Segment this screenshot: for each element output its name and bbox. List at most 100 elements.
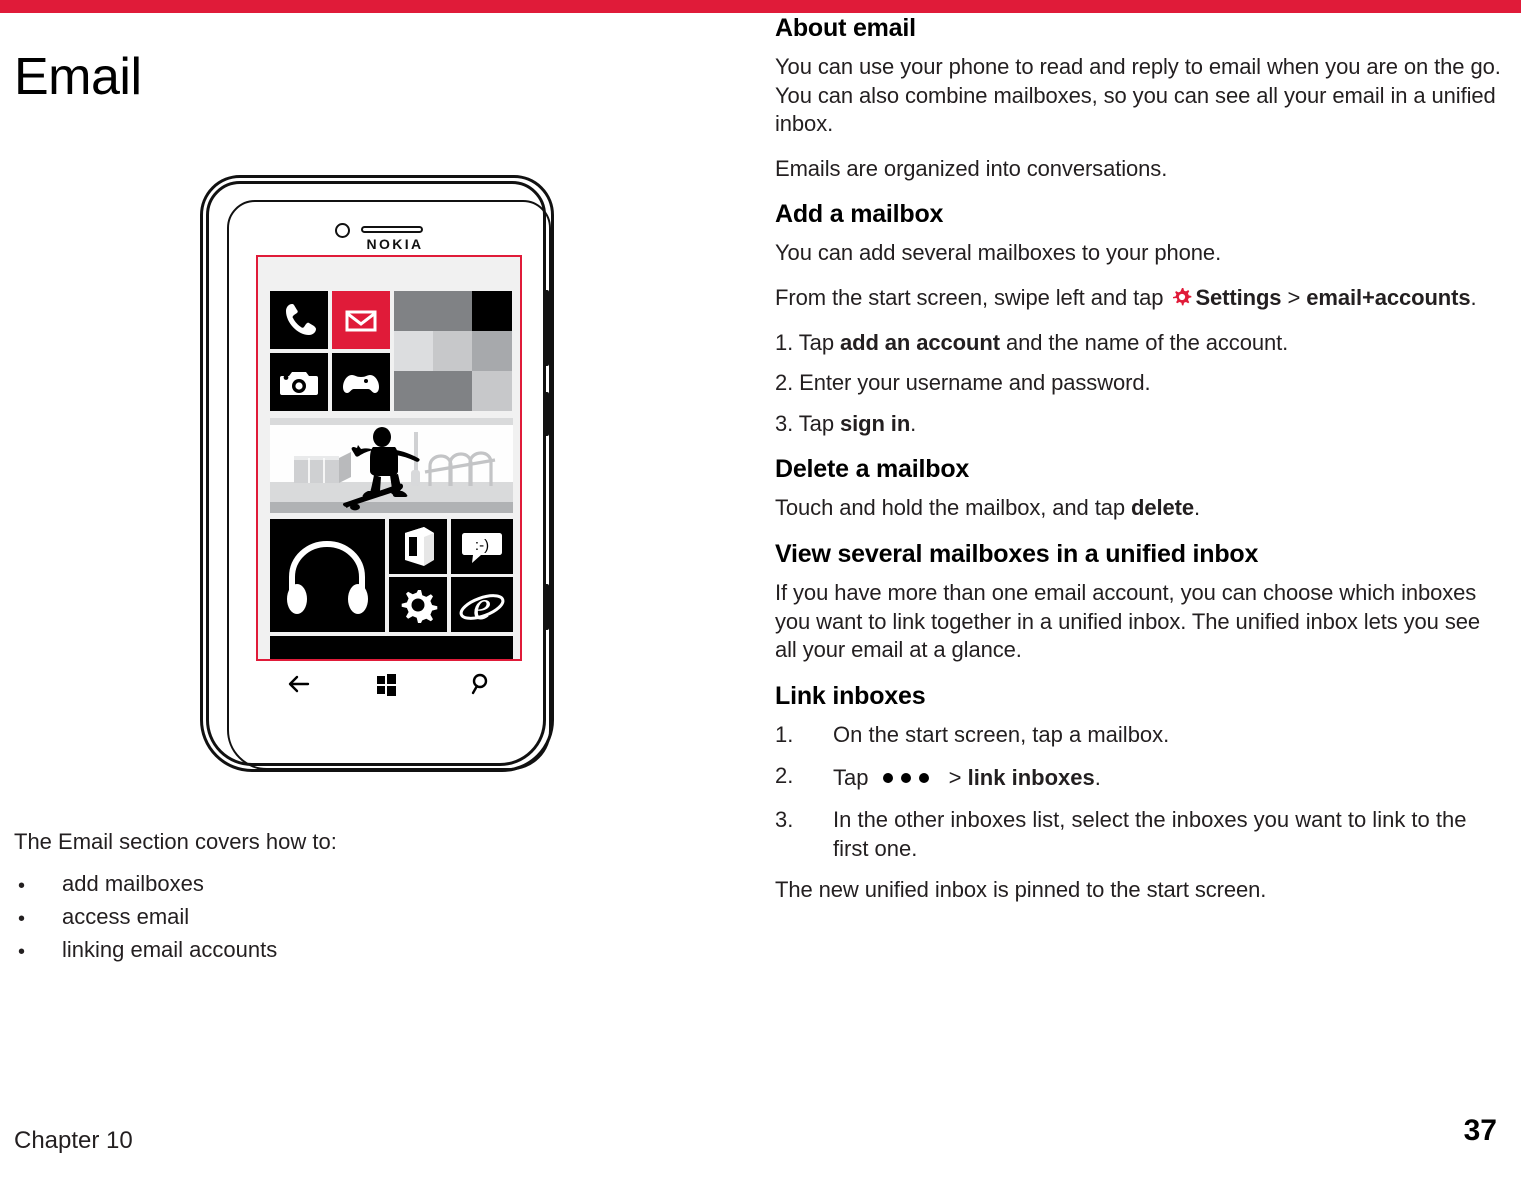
path-period: .	[1470, 284, 1477, 310]
about-email-paragraph-2: Emails are organized into conversations.	[775, 155, 1168, 181]
nokia-wordmark: NOKIA	[366, 236, 424, 252]
camera-tile[interactable]	[270, 353, 328, 411]
bottom-wide-tile[interactable]	[270, 636, 513, 659]
step-pre: Enter your username and password.	[799, 370, 1151, 396]
bullet-label: access email	[62, 904, 190, 929]
mosaic-cell	[472, 371, 512, 411]
gear-icon	[401, 590, 438, 623]
volume-button[interactable]	[544, 290, 549, 366]
phone-illustration: NOKIA:-) e	[196, 173, 576, 783]
mosaic-cell	[472, 291, 512, 331]
mosaic-cell	[394, 371, 472, 411]
phone-screen: :-) e	[256, 255, 522, 661]
tile-row-bottom: :-) e	[270, 519, 513, 632]
step-number: 1.	[775, 329, 794, 355]
section-heading-add-a-mailbox: Add a mailbox	[775, 200, 944, 229]
svg-text::-): :-)	[475, 537, 489, 554]
windows-logo-icon	[377, 674, 396, 696]
skateboarder-photo	[294, 427, 496, 511]
step-bold: sign in	[839, 410, 911, 436]
list-item: 2. Tap > link inboxes.	[775, 762, 1505, 793]
page-title: Email	[14, 48, 142, 106]
section-heading-about-email: About email	[775, 14, 916, 42]
bullet-label: linking email accounts	[62, 937, 278, 962]
list-item: • access email	[14, 904, 614, 937]
mosaic-cell	[394, 291, 472, 331]
search-icon	[471, 673, 488, 695]
tile-row-top	[270, 291, 513, 413]
about-email-paragraph-1: You can use your phone to read and reply…	[775, 54, 1501, 137]
step-post: .	[910, 410, 917, 436]
step-post: .	[1094, 765, 1101, 791]
step-text: In the other inboxes list, select the in…	[833, 806, 1467, 861]
delete-post: .	[1193, 495, 1200, 521]
email-accounts-label: email+accounts	[1306, 284, 1471, 310]
delete-pre: Touch and hold the mailbox, and tap	[775, 495, 1131, 521]
covers-intro: The Email section covers how to:	[14, 829, 337, 854]
step-post: and the name of the account.	[999, 329, 1289, 355]
mosaic-cell	[394, 331, 433, 371]
add-mailbox-path-line: From the start screen, swipe left and ta…	[775, 284, 1505, 313]
games-tile[interactable]	[332, 353, 390, 411]
smiley-chat-icon: :-)	[462, 533, 502, 563]
delete-bold: delete	[1130, 495, 1194, 521]
settings-label: Settings	[1195, 284, 1282, 310]
headphones-icon	[287, 540, 368, 614]
step-number: 1.	[775, 721, 794, 747]
internet-explorer-icon: e	[459, 583, 505, 628]
start-button[interactable]	[373, 671, 399, 702]
mail-tile[interactable]	[332, 291, 390, 349]
bullet-icon: •	[18, 875, 26, 897]
link-inboxes-steps: 1. On the start screen, tap a mailbox. 2…	[775, 721, 1505, 863]
step-text: On the start screen, tap a mailbox.	[833, 721, 1170, 747]
step-separator: >	[948, 765, 968, 791]
photo-tile[interactable]	[270, 418, 513, 513]
add-mailbox-intro: You can add several mailboxes to your ph…	[775, 240, 1222, 266]
camera-button[interactable]	[544, 584, 549, 630]
back-button[interactable]	[286, 671, 312, 702]
settings-tile[interactable]	[389, 577, 447, 632]
link-inboxes-label: link inboxes	[967, 765, 1095, 791]
office-tile[interactable]	[389, 519, 447, 574]
phone-body: NOKIA:-) e	[206, 181, 551, 770]
left-column: Email NOKIA:-) e The Email section cove…	[0, 13, 760, 1179]
footer-page-number: 37	[1463, 1114, 1497, 1147]
section-heading-delete-a-mailbox: Delete a mailbox	[775, 455, 970, 484]
music-tile[interactable]	[270, 519, 385, 632]
step-pre: Tap	[798, 329, 840, 355]
people-tile[interactable]	[394, 291, 512, 411]
manual-page: Email NOKIA:-) e The Email section cove…	[0, 0, 1521, 1179]
phone-tile[interactable]	[270, 291, 328, 349]
phone-icon	[286, 304, 316, 335]
section-heading-link-inboxes: Link inboxes	[775, 681, 926, 710]
mosaic-cell	[433, 331, 472, 371]
path-prefix: From the start screen, swipe left and ta…	[775, 284, 1164, 310]
mosaic-cell	[472, 331, 512, 371]
bullet-label: add mailboxes	[62, 871, 204, 896]
step-number: 3.	[775, 410, 794, 436]
list-item: 3. In the other inboxes list, select the…	[775, 806, 1505, 863]
right-column: About email You can use your phone to re…	[775, 13, 1505, 921]
phone-nav-bar	[256, 671, 522, 711]
gear-icon	[1171, 286, 1193, 308]
section-heading-view-several-mailboxes: View several mailboxes in a unified inbo…	[775, 539, 1259, 568]
envelope-icon	[345, 310, 377, 332]
more-dots-icon	[882, 762, 939, 784]
phone-top-hardware: NOKIA	[209, 220, 569, 252]
step-bold: add an account	[839, 329, 1000, 355]
search-button[interactable]	[468, 671, 494, 702]
link-inboxes-closing: The new unified inbox is pinned to the s…	[775, 877, 1267, 903]
step-number: 2.	[775, 370, 794, 396]
browser-tile[interactable]: e	[451, 577, 513, 632]
power-button[interactable]	[544, 392, 549, 436]
camera-icon	[280, 372, 318, 395]
messaging-tile[interactable]: :-)	[451, 519, 513, 574]
list-item: • add mailboxes	[14, 871, 614, 904]
footer-chapter: Chapter 10	[14, 1127, 133, 1154]
earpiece-speaker	[361, 226, 423, 233]
start-screen-tiles	[270, 291, 513, 413]
add-mailbox-step-3: 3. Tap sign in.	[775, 410, 1505, 439]
top-red-rule	[0, 0, 1521, 13]
add-mailbox-step-1: 1. Tap add an account and the name of th…	[775, 329, 1505, 358]
list-item: 1. On the start screen, tap a mailbox.	[775, 721, 1505, 750]
